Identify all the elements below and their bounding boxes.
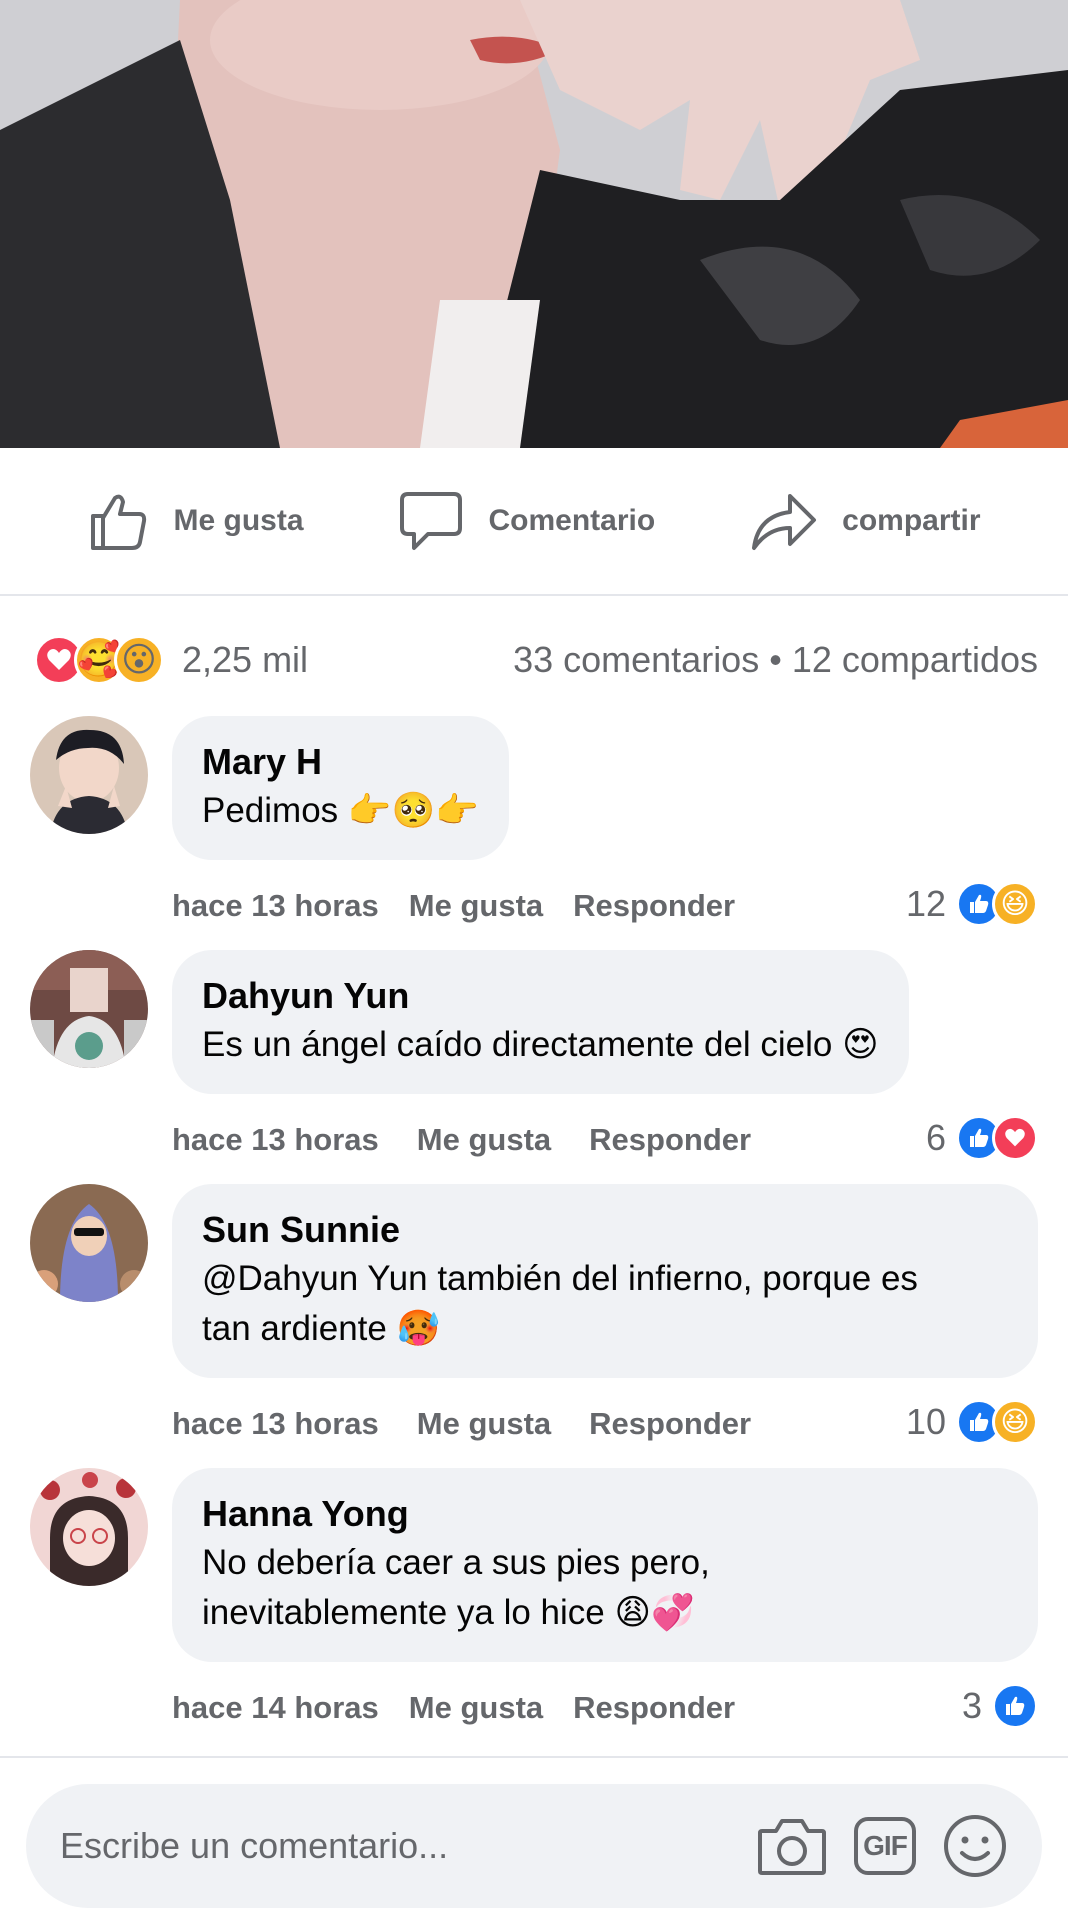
haha-icon: 😆	[992, 881, 1038, 927]
shares-count[interactable]: 12 compartidos	[792, 639, 1038, 680]
comment-reaction-icons	[992, 1683, 1038, 1729]
comment-author[interactable]: Mary H	[202, 738, 479, 786]
wow-icon: 😮	[114, 635, 164, 685]
avatar[interactable]	[30, 716, 148, 834]
comment-author[interactable]: Sun Sunnie	[202, 1206, 1008, 1254]
comment-bubble[interactable]: Hanna Yong No debería caer a sus pies pe…	[172, 1468, 1038, 1662]
comment-reaction-icons: 😆	[956, 881, 1038, 927]
comment-like-link[interactable]: Me gusta	[417, 1406, 551, 1442]
share-button-label: compartir	[842, 504, 981, 537]
reactions-summary[interactable]: 🥰 😮 2,25 mil	[34, 635, 308, 685]
comment-button-label: Comentario	[488, 504, 656, 537]
comment-time[interactable]: hace 13 horas	[172, 1406, 379, 1442]
like-button[interactable]: Me gusta	[87, 490, 304, 552]
composer-tools: GIF	[756, 1813, 1008, 1879]
comment-like-link[interactable]: Me gusta	[409, 1690, 543, 1726]
comment-time[interactable]: hace 13 horas	[172, 888, 379, 924]
speech-bubble-icon	[398, 490, 464, 552]
comment-bubble[interactable]: Sun Sunnie @Dahyun Yun también del infie…	[172, 1184, 1038, 1378]
reaction-icons: 🥰 😮	[34, 635, 164, 685]
comment-reaction-count: 12	[905, 883, 946, 924]
comment-text: Pedimos 👉🥺👉	[202, 791, 479, 830]
comment-bubble[interactable]: Dahyun Yun Es un ángel caído directament…	[172, 950, 909, 1094]
comment-like-link[interactable]: Me gusta	[409, 888, 543, 924]
comment-reaction-icons: 😆	[956, 1399, 1038, 1445]
comment-like-link[interactable]: Me gusta	[417, 1122, 551, 1158]
avatar[interactable]	[30, 950, 148, 1068]
like-icon	[992, 1683, 1038, 1729]
comment-reactions[interactable]: 6	[926, 1114, 1038, 1162]
post-action-bar: Me gusta Comentario compartir	[0, 448, 1068, 596]
emoji-icon[interactable]	[942, 1813, 1008, 1879]
summary-separator: •	[769, 639, 782, 680]
comment-reaction-count: 10	[905, 1401, 946, 1442]
comment-reactions[interactable]: 10 😆	[906, 1398, 1038, 1446]
haha-icon: 😆	[992, 1399, 1038, 1445]
comments-count[interactable]: 33 comentarios	[513, 639, 759, 680]
gif-label: GIF	[854, 1817, 916, 1875]
comment-meta: hace 13 horas Me gusta Responder	[172, 1116, 751, 1164]
post-photo[interactable]	[0, 0, 1068, 448]
comment-reply-link[interactable]: Responder	[589, 1122, 751, 1158]
comment-composer: GIF	[26, 1784, 1042, 1908]
comment-meta: hace 13 horas Me gusta Responder	[172, 882, 735, 930]
love-icon	[992, 1115, 1038, 1161]
share-arrow-icon	[750, 490, 818, 552]
comment-text: Es un ángel caído directamente del cielo…	[202, 1025, 879, 1064]
composer-divider	[0, 1756, 1068, 1758]
avatar[interactable]	[30, 1184, 148, 1302]
comment-input[interactable]	[60, 1825, 756, 1867]
comment-button[interactable]: Comentario	[398, 490, 655, 552]
comment-reaction-icons	[956, 1115, 1038, 1161]
post-photo-art	[0, 0, 1068, 448]
comment-time[interactable]: hace 13 horas	[172, 1122, 379, 1158]
comment-reply-link[interactable]: Responder	[589, 1406, 751, 1442]
comment-author[interactable]: Dahyun Yun	[202, 972, 879, 1020]
comment-reactions[interactable]: 3	[962, 1682, 1038, 1730]
comment-text-line-1: No debería caer a sus pies pero,	[202, 1543, 710, 1582]
comment-reactions[interactable]: 12 😆	[906, 880, 1038, 928]
comment-bubble[interactable]: Mary H Pedimos 👉🥺👉	[172, 716, 509, 860]
comment-time[interactable]: hace 14 horas	[172, 1690, 379, 1726]
thumbs-up-icon	[87, 490, 149, 552]
share-button[interactable]: compartir	[750, 490, 981, 552]
comments-shares-summary: 33 comentarios • 12 compartidos	[513, 639, 1038, 681]
comment-meta: hace 13 horas Me gusta Responder	[172, 1400, 751, 1448]
comment-author[interactable]: Hanna Yong	[202, 1490, 1008, 1538]
post-summary: 🥰 😮 2,25 mil 33 comentarios • 12 compart…	[34, 630, 1038, 690]
comment-text-line-2: tan ardiente 🥵	[202, 1309, 441, 1348]
avatar[interactable]	[30, 1468, 148, 1586]
like-button-label: Me gusta	[173, 504, 304, 537]
comment-reply-link[interactable]: Responder	[573, 1690, 735, 1726]
comment-reaction-count: 3	[961, 1685, 982, 1726]
comment-meta: hace 14 horas Me gusta Responder	[172, 1684, 735, 1732]
comment-text-line-1: @Dahyun Yun también del infierno, porque…	[202, 1259, 918, 1298]
camera-icon[interactable]	[756, 1815, 828, 1877]
reaction-count: 2,25 mil	[182, 639, 309, 680]
facebook-post-comments: Me gusta Comentario compartir 🥰 😮 2,25 m…	[0, 0, 1068, 1920]
comment-reply-link[interactable]: Responder	[573, 888, 735, 924]
comment-text-line-2: inevitablemente ya lo hice 😩💞	[202, 1593, 695, 1632]
comment-reaction-count: 6	[925, 1117, 946, 1158]
gif-icon[interactable]: GIF	[854, 1817, 916, 1875]
